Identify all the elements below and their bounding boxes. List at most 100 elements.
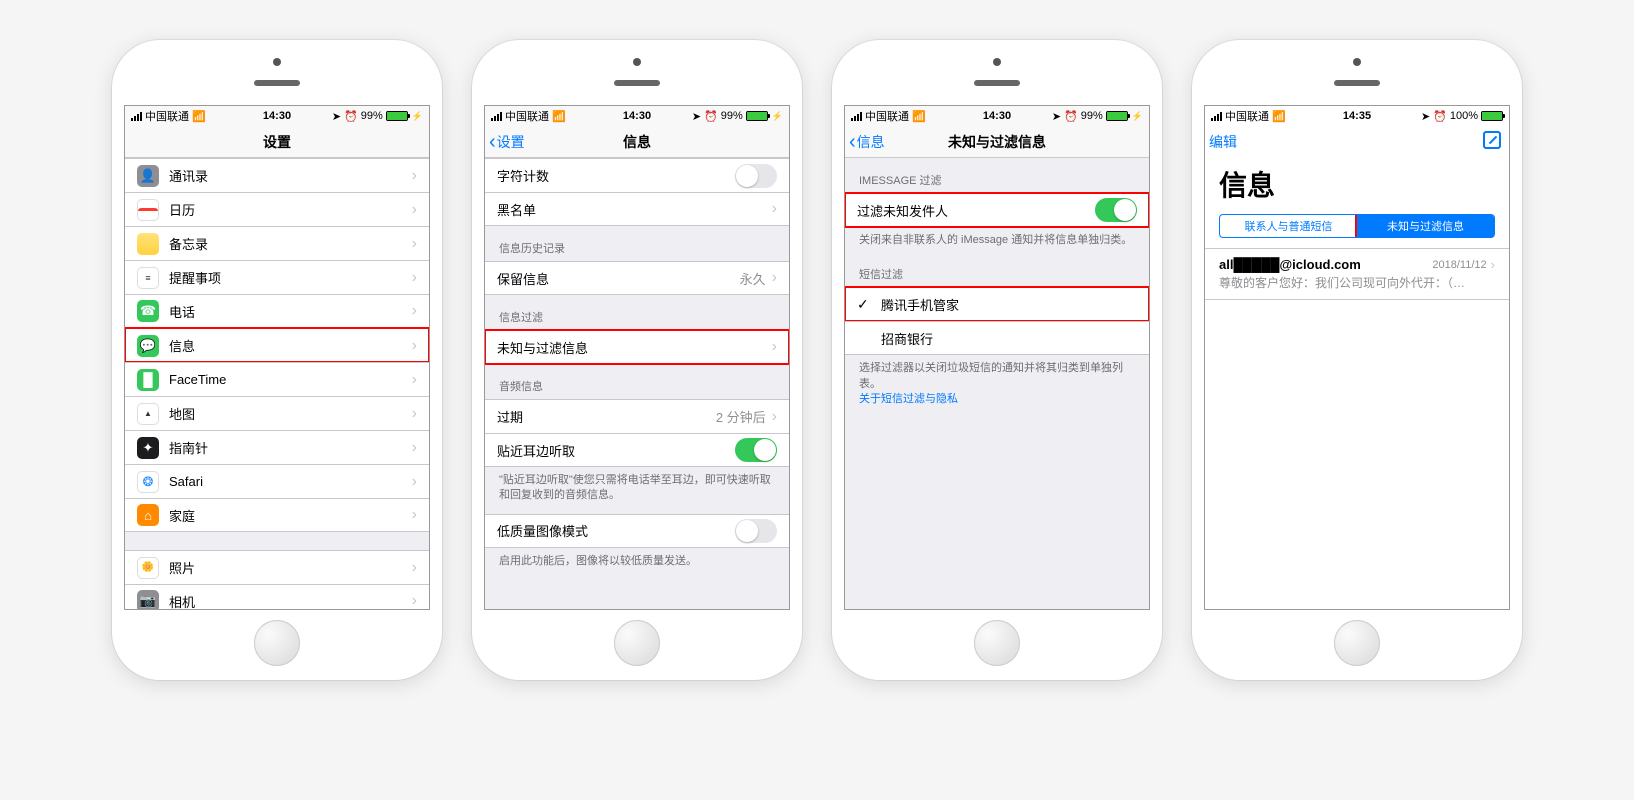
chevron-right-icon: ›: [412, 269, 417, 287]
notes-icon: [137, 233, 159, 255]
nav-bar: 编辑: [1205, 126, 1509, 158]
group-header-filter: 信息过滤: [485, 295, 789, 330]
low-quality-note: 启用此功能后，图像将以较低质量发送。: [485, 548, 789, 573]
screen-2: 中国联通 📶 14:30 ➤ ⏰ 99%⚡ ‹设置 信息 字符计数 黑名单› 信…: [484, 105, 790, 610]
group-header-audio: 音频信息: [485, 364, 789, 399]
alarm-icon: ⏰: [704, 110, 718, 123]
compose-button[interactable]: [1483, 131, 1501, 154]
settings-row-safari[interactable]: ❂Safari›: [125, 464, 429, 498]
messages-title: 信息: [1205, 158, 1509, 214]
group-header-sms: 短信过滤: [845, 252, 1149, 287]
filter-segmented-control[interactable]: 联系人与普通短信 未知与过滤信息: [1219, 214, 1495, 238]
settings-row-calendar[interactable]: 日历›: [125, 192, 429, 226]
phone-icon: ☎: [137, 300, 159, 322]
screen-1: 中国联通 📶 14:30 ➤ ⏰ 99%⚡ 设置 👤通讯录› 日历› 备忘录› …: [124, 105, 430, 610]
settings-row-facetime[interactable]: █FaceTime›: [125, 362, 429, 396]
row-cmb[interactable]: 招商银行: [845, 321, 1149, 355]
wifi-icon: 📶: [192, 110, 206, 123]
home-button[interactable]: [614, 620, 660, 666]
wifi-icon: 📶: [1272, 110, 1286, 123]
compose-icon: [1483, 131, 1501, 149]
chevron-right-icon: ›: [412, 371, 417, 389]
home-button[interactable]: [254, 620, 300, 666]
raise-listen-note: "贴近耳边听取"使您只需将电话举至耳边，即可快速听取和回复收到的音频信息。: [485, 467, 789, 508]
screen-4: 中国联通 📶 14:35 ➤ ⏰ 100% 编辑 信息 联系人与普通短信 未知与…: [1204, 105, 1510, 610]
row-char-count[interactable]: 字符计数: [485, 158, 789, 192]
screen-3: 中国联通 📶 14:30 ➤ ⏰ 99%⚡ ‹信息 未知与过滤信息 IMESSA…: [844, 105, 1150, 610]
carrier-label: 中国联通: [145, 108, 189, 124]
nav-title: 信息: [623, 132, 651, 152]
raise-listen-toggle[interactable]: [735, 438, 777, 462]
reminders-icon: ≡: [137, 267, 159, 289]
settings-row-messages[interactable]: 💬信息›: [125, 328, 429, 362]
wifi-icon: 📶: [552, 110, 566, 123]
chevron-right-icon: ›: [412, 439, 417, 457]
settings-row-reminders[interactable]: ≡提醒事项›: [125, 260, 429, 294]
status-time: 14:30: [263, 110, 291, 122]
chevron-left-icon: ‹: [489, 132, 496, 152]
phone-frame-4: 中国联通 📶 14:35 ➤ ⏰ 100% 编辑 信息 联系人与普通短信 未知与…: [1192, 40, 1522, 680]
nav-bar: ‹设置 信息: [485, 126, 789, 158]
settings-row-home[interactable]: ⌂家庭›: [125, 498, 429, 532]
row-filter-unknown[interactable]: 过滤未知发件人: [845, 193, 1149, 227]
calendar-icon: [137, 199, 159, 221]
segment-unknown[interactable]: 未知与过滤信息: [1357, 215, 1494, 237]
row-blacklist[interactable]: 黑名单›: [485, 192, 789, 226]
edit-button[interactable]: 编辑: [1209, 132, 1237, 152]
segment-contacts[interactable]: 联系人与普通短信: [1220, 215, 1357, 237]
charging-icon: ⚡: [412, 111, 423, 122]
checkmark-icon: ✓: [857, 296, 875, 313]
messages-icon: 💬: [137, 335, 159, 357]
settings-row-camera[interactable]: 📷相机›: [125, 584, 429, 610]
alarm-icon: ⏰: [1064, 110, 1078, 123]
battery-icon: [746, 111, 768, 121]
back-button[interactable]: ‹设置: [489, 132, 525, 152]
battery-percent: 99%: [1081, 110, 1103, 122]
home-button[interactable]: [1334, 620, 1380, 666]
char-count-toggle[interactable]: [735, 164, 777, 188]
phone-frame-1: 中国联通 📶 14:30 ➤ ⏰ 99%⚡ 设置 👤通讯录› 日历› 备忘录› …: [112, 40, 442, 680]
row-expire[interactable]: 过期2 分钟后›: [485, 399, 789, 433]
status-bar: 中国联通 📶 14:35 ➤ ⏰ 100%: [1205, 106, 1509, 126]
row-low-quality[interactable]: 低质量图像模式: [485, 514, 789, 548]
charging-icon: ⚡: [772, 111, 783, 122]
home-icon: ⌂: [137, 504, 159, 526]
wifi-icon: 📶: [912, 110, 926, 123]
group-header-imessage: IMESSAGE 过滤: [845, 158, 1149, 193]
battery-icon: [386, 111, 408, 121]
row-unknown-filter[interactable]: 未知与过滤信息›: [485, 330, 789, 364]
facetime-icon: █: [137, 369, 159, 391]
settings-row-phone[interactable]: ☎电话›: [125, 294, 429, 328]
chevron-right-icon: ›: [772, 338, 777, 356]
row-tencent-manager[interactable]: ✓腾讯手机管家: [845, 287, 1149, 321]
charging-icon: ⚡: [1132, 111, 1143, 122]
photos-icon: 🌼: [137, 557, 159, 579]
nav-bar: 设置: [125, 126, 429, 158]
row-keep-messages[interactable]: 保留信息永久›: [485, 261, 789, 295]
battery-percent: 100%: [1450, 110, 1478, 122]
chevron-right-icon: ›: [412, 506, 417, 524]
location-icon: ➤: [1052, 110, 1061, 123]
settings-row-photos[interactable]: 🌼照片›: [125, 550, 429, 584]
status-bar: 中国联通 📶 14:30 ➤ ⏰ 99%⚡: [485, 106, 789, 126]
settings-row-notes[interactable]: 备忘录›: [125, 226, 429, 260]
row-raise-listen[interactable]: 贴近耳边听取: [485, 433, 789, 467]
alarm-icon: ⏰: [344, 110, 358, 123]
back-button[interactable]: ‹信息: [849, 132, 885, 152]
sms-filter-privacy-link[interactable]: 关于短信过滤与隐私: [859, 393, 958, 405]
phone-frame-3: 中国联通 📶 14:30 ➤ ⏰ 99%⚡ ‹信息 未知与过滤信息 IMESSA…: [832, 40, 1162, 680]
chevron-right-icon: ›: [412, 473, 417, 491]
chevron-right-icon: ›: [412, 302, 417, 320]
filter-unknown-toggle[interactable]: [1095, 198, 1137, 222]
carrier-label: 中国联通: [505, 108, 549, 124]
home-button[interactable]: [974, 620, 1020, 666]
keep-value: 永久: [740, 269, 766, 288]
message-list-item[interactable]: all█████@icloud.com 2018/11/12› 尊敬的客户您好：…: [1205, 248, 1509, 300]
nav-title: 设置: [263, 132, 291, 152]
low-quality-toggle[interactable]: [735, 519, 777, 543]
settings-row-maps[interactable]: ▲地图›: [125, 396, 429, 430]
settings-row-contacts[interactable]: 👤通讯录›: [125, 158, 429, 192]
carrier-label: 中国联通: [1225, 108, 1269, 124]
signal-bars-icon: [491, 112, 502, 121]
settings-row-compass[interactable]: ✦指南针›: [125, 430, 429, 464]
